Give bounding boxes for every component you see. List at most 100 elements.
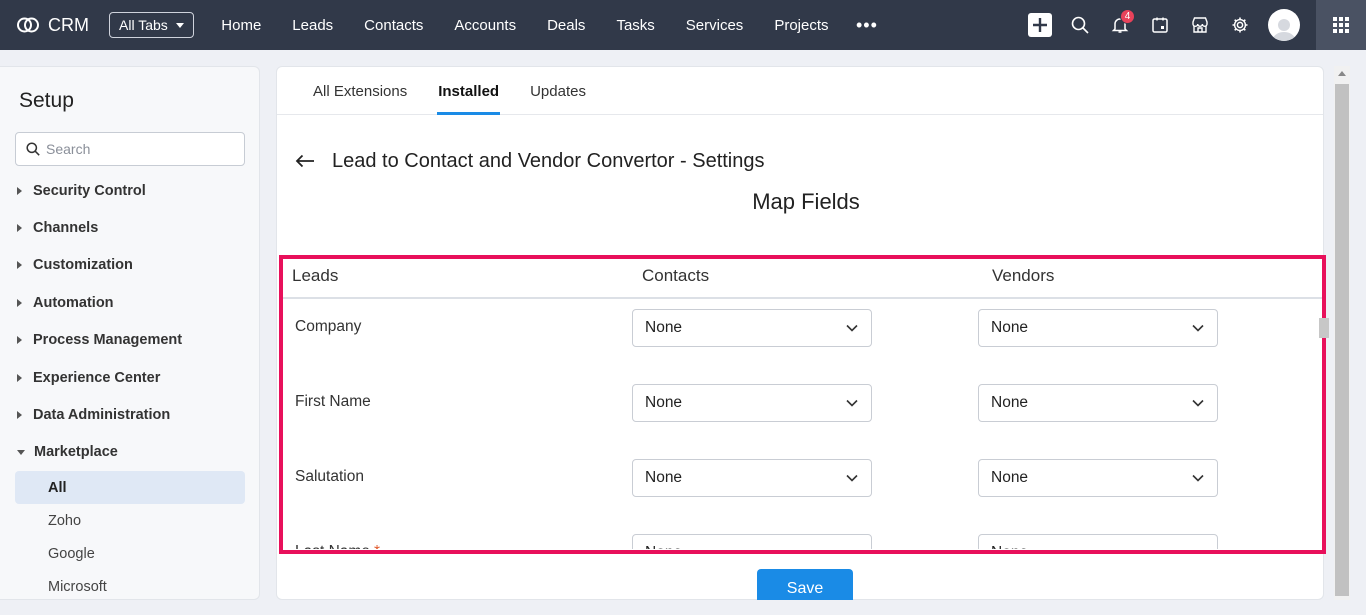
calendar-button[interactable] [1140, 0, 1180, 50]
sidebar-item-experience-center[interactable]: Experience Center [0, 359, 260, 396]
nav-link-leads[interactable]: Leads [277, 17, 349, 34]
arrow-left-icon [295, 154, 314, 168]
nav-link-tasks[interactable]: Tasks [601, 17, 670, 34]
sidebar-subitem-zoho[interactable]: Zoho [15, 504, 245, 537]
caret-right-icon [17, 261, 22, 270]
all-tabs-dropdown[interactable]: All Tabs [109, 12, 194, 38]
caret-right-icon [17, 411, 22, 420]
field-label: Company [295, 318, 361, 336]
more-tabs-icon[interactable]: ••• [844, 15, 890, 36]
notification-badge: 4 [1120, 9, 1135, 24]
sidebar-item-channels[interactable]: Channels [0, 209, 260, 246]
sidebar-item-customization[interactable]: Customization [0, 247, 260, 284]
column-header-leads: Leads [292, 266, 339, 285]
sidebar-search[interactable] [15, 132, 245, 166]
selected-value: None [645, 544, 682, 549]
field-label: First Name [295, 393, 371, 411]
crm-logo-icon [17, 17, 39, 33]
column-header-contacts: Contacts [642, 266, 710, 285]
marketplace-button[interactable] [1180, 0, 1220, 50]
search-icon [26, 142, 40, 156]
contacts-field-select[interactable]: None [632, 459, 872, 497]
search-icon [1071, 16, 1089, 34]
map-row-last-name: Last Name * None None [280, 526, 1323, 549]
sidebar-item-label: Data Administration [33, 407, 171, 424]
map-fields-table: Leads Contacts Vendors Company None None Fi… [280, 257, 1323, 549]
caret-down-icon [175, 22, 184, 28]
map-row-first-name: First Name None None [280, 376, 1323, 451]
nav-link-accounts[interactable]: Accounts [439, 17, 532, 34]
sidebar-item-label: Channels [33, 220, 99, 237]
settings-button[interactable] [1220, 0, 1260, 50]
nav-link-contacts[interactable]: Contacts [349, 17, 439, 34]
apps-grid-icon [1333, 17, 1349, 33]
nav-link-services[interactable]: Services [670, 17, 759, 34]
selected-value: None [645, 319, 683, 336]
quick-create-button[interactable] [1020, 0, 1060, 50]
contacts-field-select[interactable]: None [632, 309, 872, 347]
map-table-header: Leads Contacts Vendors [280, 257, 1323, 299]
extension-tabs: All Extensions Installed Updates [277, 67, 1323, 115]
sidebar-subitem-google[interactable]: Google [15, 537, 245, 570]
selected-value: None [645, 394, 683, 411]
field-name: Company [295, 318, 362, 335]
field-label: Last Name * [295, 543, 380, 549]
selected-value: None [991, 394, 1029, 411]
tab-installed[interactable]: Installed [437, 67, 500, 115]
scroll-up-icon[interactable] [1338, 71, 1346, 76]
vendors-field-select[interactable]: None [978, 459, 1218, 497]
sidebar-item-data-administration[interactable]: Data Administration [0, 396, 260, 433]
vendors-field-select[interactable]: None [978, 384, 1218, 422]
sidebar-item-label: Customization [33, 257, 133, 274]
notifications-button[interactable]: 4 [1100, 0, 1140, 50]
all-tabs-label: All Tabs [119, 17, 168, 33]
settings-header: Lead to Contact and Vendor Convertor - S… [291, 147, 765, 175]
plus-icon [1028, 13, 1052, 37]
sidebar-item-marketplace[interactable]: Marketplace [0, 434, 260, 471]
tab-all-extensions[interactable]: All Extensions [313, 67, 407, 115]
contacts-field-select[interactable]: None [632, 384, 872, 422]
sidebar-item-security-control[interactable]: Security Control [0, 172, 260, 209]
crm-logo[interactable]: CRM [16, 15, 89, 36]
vendors-field-select[interactable]: None [978, 534, 1218, 549]
sidebar-item-label: Marketplace [34, 444, 118, 461]
setup-menu: Security Control Channels Customization Aut… [0, 172, 260, 603]
back-button[interactable] [291, 147, 319, 175]
nav-link-deals[interactable]: Deals [532, 17, 601, 34]
user-avatar[interactable] [1268, 9, 1300, 41]
selected-value: None [991, 544, 1028, 549]
app-launcher-button[interactable] [1316, 0, 1366, 50]
store-icon [1192, 17, 1208, 33]
selected-value: None [991, 319, 1029, 336]
caret-right-icon [17, 373, 22, 382]
sidebar-subitem-microsoft[interactable]: Microsoft [15, 570, 245, 603]
sidebar-item-process-management[interactable]: Process Management [0, 322, 260, 359]
map-fields-title: Map Fields [752, 189, 860, 214]
contacts-field-select[interactable]: None [632, 534, 872, 549]
sidebar-item-label: Security Control [33, 182, 146, 199]
sidebar-item-label: Automation [33, 294, 114, 311]
map-row-salutation: Salutation None None [280, 451, 1323, 526]
nav-link-projects[interactable]: Projects [759, 17, 844, 34]
calendar-icon [1152, 17, 1168, 33]
sidebar-title: Setup [19, 89, 74, 112]
page-scrollbar-thumb[interactable] [1335, 84, 1349, 596]
field-label: Salutation [295, 468, 364, 486]
sidebar-item-automation[interactable]: Automation [0, 284, 260, 321]
map-row-company: Company None None [280, 301, 1323, 376]
top-right-actions: 4 [1020, 0, 1366, 50]
page-scrollbar[interactable] [1334, 66, 1350, 611]
tab-updates[interactable]: Updates [530, 67, 586, 115]
user-icon [1272, 19, 1296, 41]
sidebar-subitem-all[interactable]: All [15, 471, 245, 505]
vendors-field-select[interactable]: None [978, 309, 1218, 347]
search-button[interactable] [1060, 0, 1100, 50]
settings-title: Lead to Contact and Vendor Convertor - S… [332, 149, 765, 172]
column-header-vendors: Vendors [992, 266, 1055, 285]
table-scrollbar-thumb[interactable] [1319, 318, 1329, 338]
sidebar-search-input[interactable] [46, 141, 236, 157]
required-marker: * [374, 543, 380, 549]
caret-right-icon [17, 186, 22, 195]
nav-link-home[interactable]: Home [206, 17, 277, 34]
brand-name: CRM [48, 14, 89, 35]
